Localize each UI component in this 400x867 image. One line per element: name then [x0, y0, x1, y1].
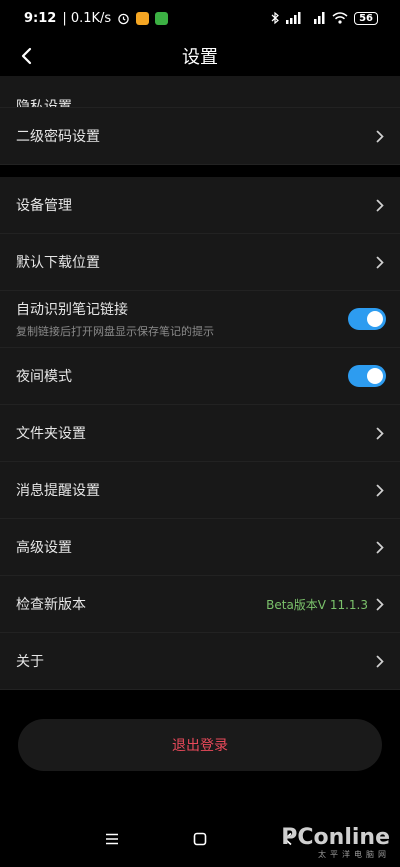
chevron-right-icon	[374, 93, 386, 107]
settings-group-security: 隐私设置 二级密码设置	[0, 76, 400, 165]
nav-bar: 设置	[0, 36, 400, 76]
row-label: 默认下载位置	[16, 255, 100, 271]
chevron-right-icon	[374, 597, 386, 611]
pconline-watermark: PConline 太平洋电脑网	[281, 827, 390, 859]
watermark-logo: PConline	[281, 825, 390, 850]
wechat-icon	[155, 11, 169, 25]
row-night-mode: 夜间模式	[0, 348, 400, 405]
row-label: 检查新版本	[16, 597, 86, 613]
row-label: 隐私设置	[16, 99, 72, 108]
row-check-update[interactable]: 检查新版本 Beta版本V 11.1.3	[0, 576, 400, 633]
signal-icon	[286, 12, 302, 24]
chevron-right-icon	[374, 540, 386, 554]
row-note-link-detection: 自动识别笔记链接 复制链接后打开网盘显示保存笔记的提示	[0, 291, 400, 348]
logout-button[interactable]: 退出登录	[18, 719, 382, 771]
row-label: 夜间模式	[16, 369, 72, 385]
row-device-management[interactable]: 设备管理	[0, 177, 400, 234]
back-button[interactable]	[14, 44, 38, 68]
chevron-right-icon	[374, 255, 386, 269]
row-download-location[interactable]: 默认下载位置	[0, 234, 400, 291]
row-privacy-settings[interactable]: 隐私设置	[0, 76, 400, 108]
chevron-right-icon	[374, 483, 386, 497]
bluetooth-icon	[271, 11, 280, 25]
row-label: 高级设置	[16, 540, 72, 556]
row-label: 文件夹设置	[16, 426, 86, 442]
chevron-right-icon	[374, 198, 386, 212]
row-about[interactable]: 关于	[0, 633, 400, 690]
wifi-icon	[332, 12, 348, 24]
status-bar: 9:12 | 0.1K/s 56	[0, 0, 400, 36]
row-notification-settings[interactable]: 消息提醒设置	[0, 462, 400, 519]
signal-4g-icon	[308, 12, 326, 24]
home-icon	[193, 832, 207, 846]
note-link-toggle[interactable]	[348, 308, 386, 330]
row-folder-settings[interactable]: 文件夹设置	[0, 405, 400, 462]
night-mode-toggle[interactable]	[348, 365, 386, 387]
watermark-subtitle: 太平洋电脑网	[318, 850, 390, 859]
group-divider	[0, 165, 400, 177]
settings-group-general: 设备管理 默认下载位置 自动识别笔记链接 复制链接后打开网盘显示保存笔记的提示 …	[0, 177, 400, 690]
page-title: 设置	[182, 47, 218, 68]
row-label: 关于	[16, 654, 44, 670]
home-button[interactable]	[190, 829, 210, 849]
toggle-knob	[367, 368, 383, 384]
chevron-right-icon	[374, 129, 386, 143]
status-time: 9:12	[24, 10, 57, 26]
toggle-knob	[367, 311, 383, 327]
version-text: Beta版本V 11.1.3	[266, 597, 368, 612]
chevron-right-icon	[374, 654, 386, 668]
row-label: 自动识别笔记链接	[16, 302, 128, 318]
row-label: 消息提醒设置	[16, 483, 100, 499]
notes-app-icon	[136, 11, 150, 25]
row-label: 二级密码设置	[16, 129, 100, 145]
menu-icon	[106, 833, 118, 845]
back-arrow-icon	[21, 47, 32, 65]
net-speed: | 0.1K/s	[62, 10, 112, 26]
chevron-right-icon	[374, 426, 386, 440]
menu-button[interactable]	[102, 829, 122, 849]
settings-list[interactable]: 隐私设置 二级密码设置 设备管理 默认下载位置 自动识别笔记链接 复制链接后打开…	[0, 76, 400, 796]
row-secondary-password[interactable]: 二级密码设置	[0, 108, 400, 165]
row-description: 复制链接后打开网盘显示保存笔记的提示	[16, 325, 214, 338]
battery-indicator: 56	[354, 11, 378, 25]
row-label: 设备管理	[16, 198, 72, 214]
row-advanced-settings[interactable]: 高级设置	[0, 519, 400, 576]
alarm-icon	[117, 12, 130, 25]
